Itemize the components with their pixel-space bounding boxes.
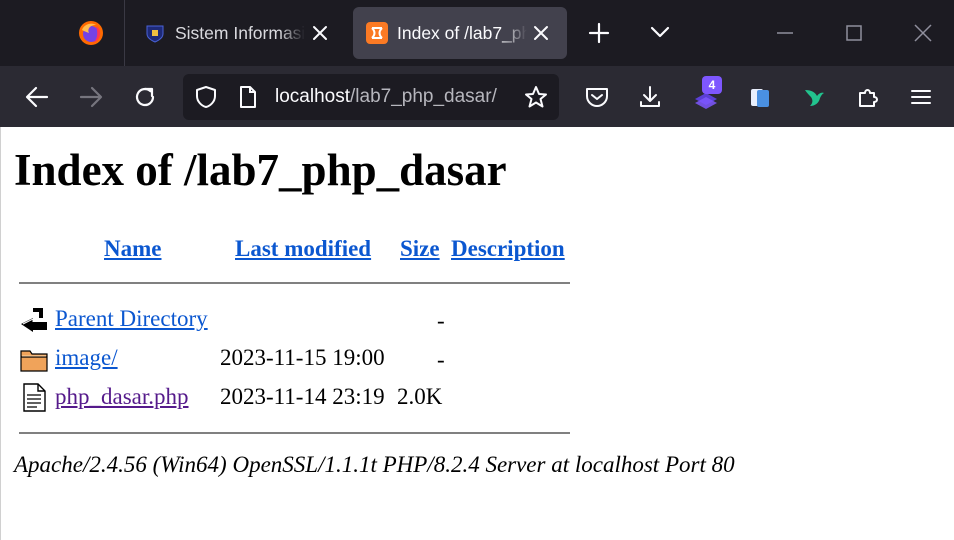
download-icon [640, 86, 660, 107]
list-all-tabs-chevron-icon[interactable] [648, 20, 672, 44]
bird-extension-icon [805, 90, 824, 106]
hamburger-menu-icon [911, 90, 931, 104]
navigation-toolbar: localhost/lab7_php_dasar/ 4 [0, 66, 954, 127]
php-dasar-file-link[interactable]: php_dasar.php [55, 383, 189, 411]
column-header-name[interactable]: Name [104, 235, 161, 263]
page-content: Index of /lab7_php_dasar Name Last modif… [0, 127, 954, 540]
url-path: /lab7_php_dasar/ [350, 86, 497, 107]
last-modified-cell: 2023-11-14 23:19 [220, 384, 385, 409]
close-window-icon[interactable] [910, 20, 936, 46]
size-cell: 2.0K [397, 384, 443, 409]
forward-button[interactable] [77, 83, 105, 111]
folder-icon [20, 350, 48, 372]
pocket-icon [586, 88, 608, 107]
reload-button[interactable] [131, 83, 159, 111]
back-button[interactable] [23, 83, 51, 111]
xampp-icon [366, 22, 388, 44]
url-bar[interactable]: localhost/lab7_php_dasar/ [183, 74, 559, 120]
back-arrow-icon [25, 86, 49, 108]
size-cell: - [437, 308, 445, 333]
text-file-icon [23, 383, 46, 412]
maximize-window-icon[interactable] [841, 20, 867, 46]
downloads-button[interactable] [636, 83, 664, 111]
extension-badge-count: 4 [702, 76, 722, 94]
bookmark-star-icon[interactable] [524, 85, 548, 109]
tab-index-lab7[interactable]: Index of /lab7_php_dasar/ [353, 7, 567, 59]
pocket-button[interactable] [583, 83, 611, 111]
university-crest-icon [146, 25, 164, 43]
close-tab-icon[interactable] [310, 23, 330, 43]
column-header-size[interactable]: Size [400, 235, 440, 263]
close-tab-icon[interactable] [531, 23, 551, 43]
extensions-button[interactable] [854, 83, 882, 111]
puzzle-piece-icon [859, 89, 878, 107]
extension-button-2[interactable] [746, 83, 774, 111]
tab-title: Sistem Informasi [175, 23, 305, 43]
server-signature: Apache/2.4.56 (Win64) OpenSSL/1.1.1t PHP… [14, 452, 735, 477]
minimize-window-icon[interactable] [772, 20, 798, 46]
url-host: localhost [275, 86, 350, 107]
page-info-icon[interactable] [236, 85, 260, 109]
column-header-last-modified[interactable]: Last modified [235, 235, 371, 263]
tab-title: Index of /lab7_php_dasar/ [397, 23, 527, 43]
clipboard-extension-icon [751, 89, 769, 107]
extension-button-3[interactable] [800, 83, 828, 111]
reload-icon [135, 87, 155, 107]
page-title: Index of /lab7_php_dasar [14, 145, 507, 195]
header-divider [19, 282, 570, 284]
shield-tracking-protection-icon[interactable] [194, 85, 218, 109]
forward-arrow-icon [79, 86, 103, 108]
footer-divider [19, 432, 570, 434]
new-tab-plus-icon[interactable] [586, 20, 612, 46]
last-modified-cell: 2023-11-15 19:00 [220, 345, 385, 370]
application-menu-button[interactable] [907, 83, 935, 111]
tab-sistem-informasi[interactable]: Sistem Informasi [131, 7, 346, 59]
tab-strip: Sistem Informasi Index of /lab7_php_dasa… [0, 0, 954, 66]
image-folder-link[interactable]: image/ [55, 344, 118, 372]
firefox-icon[interactable] [78, 20, 104, 46]
column-header-description[interactable]: Description [451, 235, 565, 263]
size-cell: - [437, 347, 445, 372]
parent-directory-link[interactable]: Parent Directory [55, 305, 208, 333]
tab-separator [124, 0, 125, 66]
back-icon [21, 308, 47, 332]
url-text[interactable]: localhost/lab7_php_dasar/ [275, 85, 497, 109]
